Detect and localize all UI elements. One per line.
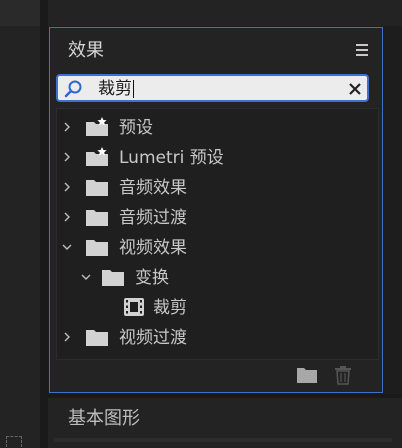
tree-item-audio-effects[interactable]: 音频效果: [57, 173, 378, 203]
chevron-down-icon[interactable]: [60, 240, 74, 254]
left-panel-strip: [0, 0, 40, 448]
tree-item-label: 音频过渡: [119, 208, 187, 228]
panel-divider[interactable]: [48, 394, 402, 398]
folder-icon: [86, 180, 108, 196]
resize-corner-icon[interactable]: [6, 436, 22, 447]
panel-title: 效果: [68, 40, 104, 61]
tree-item-audio-transitions[interactable]: 音频过渡: [57, 203, 378, 233]
folder-icon: [86, 210, 108, 226]
tree-item-video-effects[interactable]: 视频效果: [57, 233, 378, 263]
effects-panel: 效果 裁剪 预设 Lumetri 预设 音频效果 音频过渡 视频效果 变换 裁剪…: [49, 27, 383, 393]
chevron-right-icon[interactable]: [60, 330, 74, 344]
tree-item-label: 变换: [135, 268, 169, 288]
folder-icon: [86, 330, 108, 346]
tree-item-label: Lumetri 预设: [119, 148, 224, 168]
tree-item-label: 预设: [119, 118, 153, 138]
essential-graphics-panel: 基本图形: [48, 394, 402, 448]
search-field[interactable]: 裁剪: [56, 74, 369, 102]
preset-folder-icon: [86, 117, 108, 136]
panel-footer: [50, 366, 384, 390]
chevron-down-icon[interactable]: [79, 270, 93, 284]
left-panel-header: [0, 0, 40, 26]
tree-item-transform[interactable]: 变换: [57, 263, 378, 293]
video-effect-icon: [124, 298, 144, 316]
new-bin-icon[interactable]: [296, 366, 318, 384]
tree-item-presets[interactable]: 预设: [57, 113, 378, 143]
tree-item-label: 音频效果: [119, 178, 187, 198]
search-icon: [64, 80, 82, 98]
chevron-right-icon[interactable]: [60, 180, 74, 194]
effects-tree: 预设 Lumetri 预设 音频效果 音频过渡 视频效果 变换 裁剪 视频过渡: [56, 108, 379, 360]
tree-item-label: 视频效果: [119, 238, 187, 258]
panel-gutter: [40, 0, 48, 448]
tree-item-crop[interactable]: 裁剪: [57, 293, 378, 323]
chevron-right-icon[interactable]: [60, 210, 74, 224]
tree-item-label: 裁剪: [153, 298, 187, 318]
folder-icon: [102, 270, 124, 286]
search-input[interactable]: 裁剪: [98, 78, 134, 100]
chevron-right-icon[interactable]: [60, 150, 74, 164]
trash-icon[interactable]: [334, 365, 352, 385]
panel-title[interactable]: 基本图形: [68, 404, 140, 430]
tree-item-video-transitions[interactable]: 视频过渡: [57, 323, 378, 353]
preset-folder-icon: [86, 147, 108, 166]
hamburger-menu-icon[interactable]: [356, 44, 368, 56]
clear-search-icon[interactable]: [347, 81, 363, 97]
top-panel-strip: [48, 0, 402, 26]
folder-icon: [86, 240, 108, 256]
tree-item-label: 视频过渡: [119, 328, 187, 348]
tree-item-lumetri-presets[interactable]: Lumetri 预设: [57, 143, 378, 173]
panel-content-edge: [54, 438, 392, 442]
chevron-right-icon[interactable]: [60, 120, 74, 134]
